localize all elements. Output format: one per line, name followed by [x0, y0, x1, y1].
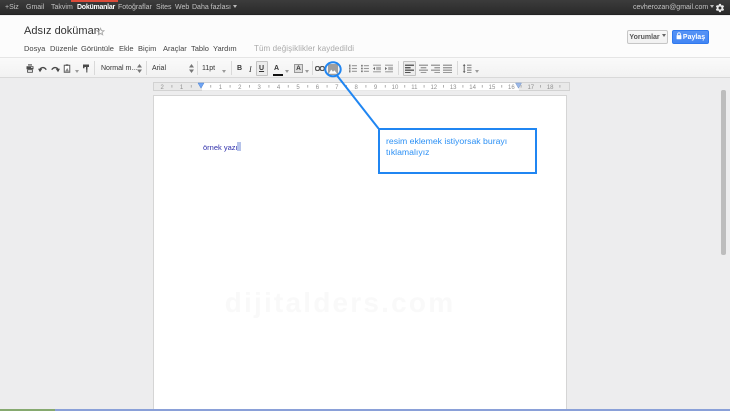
- svg-text:18: 18: [547, 85, 554, 91]
